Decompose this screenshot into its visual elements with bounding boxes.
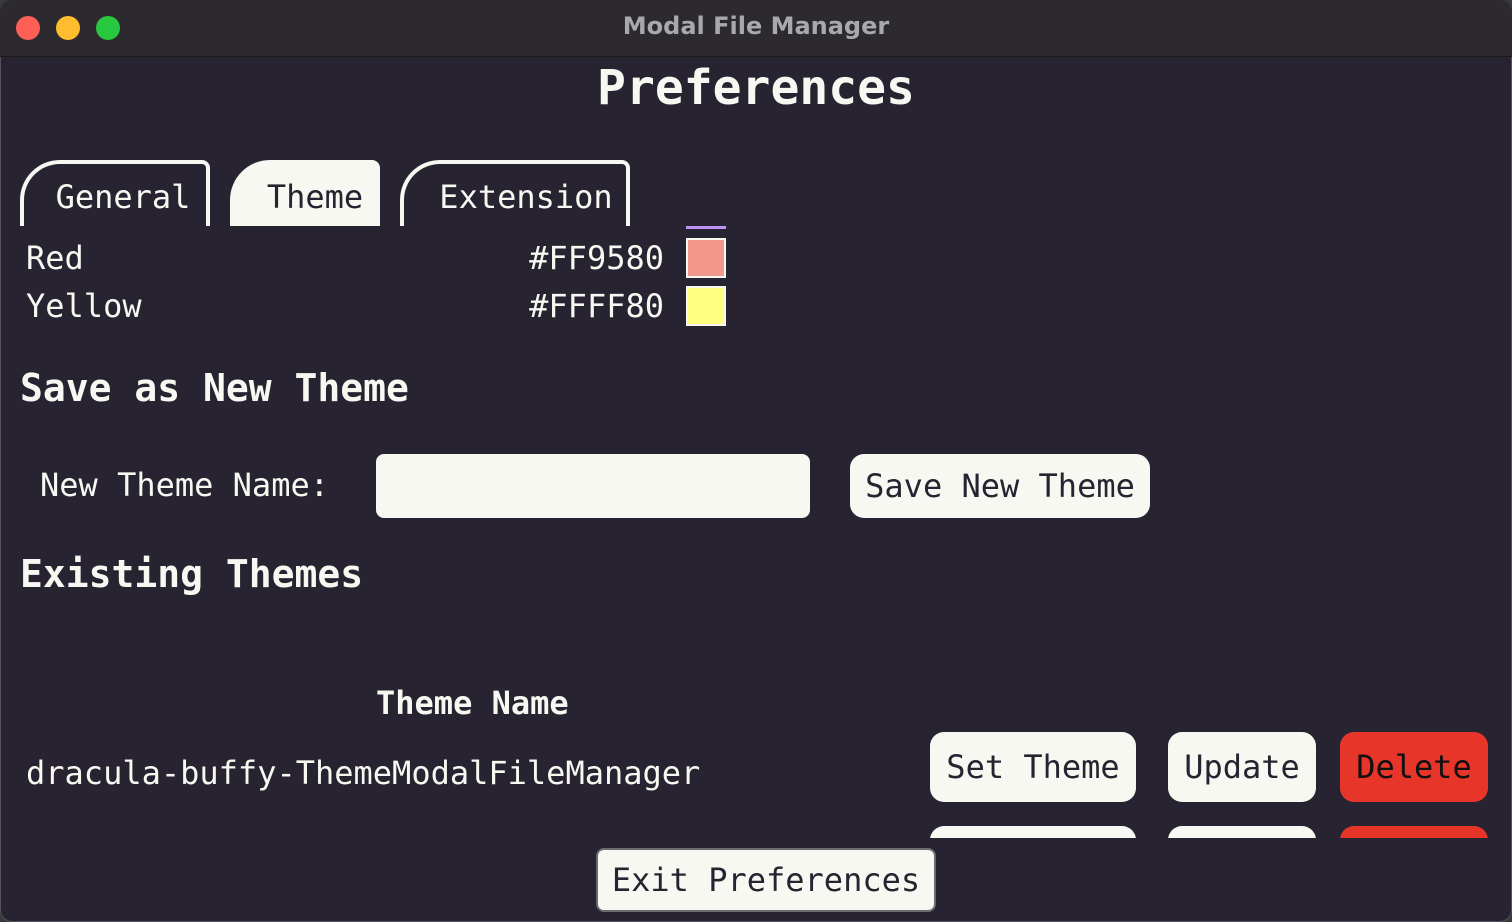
exit-preferences-button[interactable]: Exit Preferences <box>596 848 936 912</box>
page-title: Preferences <box>597 60 915 116</box>
save-theme-heading: Save as New Theme <box>20 366 409 410</box>
update-theme-button[interactable] <box>1168 826 1316 838</box>
color-row-yellow: Yellow #FFFF80 <box>26 286 726 326</box>
app-window: Modal File Manager Preferences General T… <box>0 0 1512 922</box>
color-row-red: Red #FF9580 <box>26 238 726 278</box>
tab-general-label: General <box>55 178 191 216</box>
new-theme-name-label: New Theme Name: <box>40 466 329 504</box>
color-hex-value: #FFFF80 <box>529 287 664 325</box>
delete-theme-button[interactable]: Delete <box>1340 732 1488 802</box>
color-name: Yellow <box>26 287 142 325</box>
color-swatch-yellow[interactable] <box>686 286 726 326</box>
tab-extension[interactable]: Extension <box>400 160 630 226</box>
set-theme-button[interactable]: Set Theme <box>930 732 1136 802</box>
theme-name-column-header: Theme Name <box>376 684 569 722</box>
tab-general[interactable]: General <box>20 160 210 226</box>
save-new-theme-button[interactable]: Save New Theme <box>850 454 1150 518</box>
tab-theme[interactable]: Theme <box>230 160 380 226</box>
clipped-next-row <box>900 826 1512 838</box>
tab-extension-label: Extension <box>439 178 613 216</box>
window-title: Modal File Manager <box>622 12 890 40</box>
theme-name: dracula-buffy-ThemeModalFileManager <box>26 754 701 792</box>
color-hex-value: #FF9580 <box>529 239 664 277</box>
color-swatch-red[interactable] <box>686 238 726 278</box>
tab-theme-label: Theme <box>266 178 364 216</box>
clipped-swatch-edge <box>686 226 726 229</box>
title-bar[interactable]: Modal File Manager <box>0 0 1512 57</box>
existing-themes-heading: Existing Themes <box>20 552 364 596</box>
new-theme-name-input[interactable] <box>376 454 810 518</box>
color-name: Red <box>26 239 84 277</box>
update-theme-button[interactable]: Update <box>1168 732 1316 802</box>
delete-theme-button[interactable] <box>1340 826 1488 838</box>
set-theme-button[interactable] <box>930 826 1136 838</box>
